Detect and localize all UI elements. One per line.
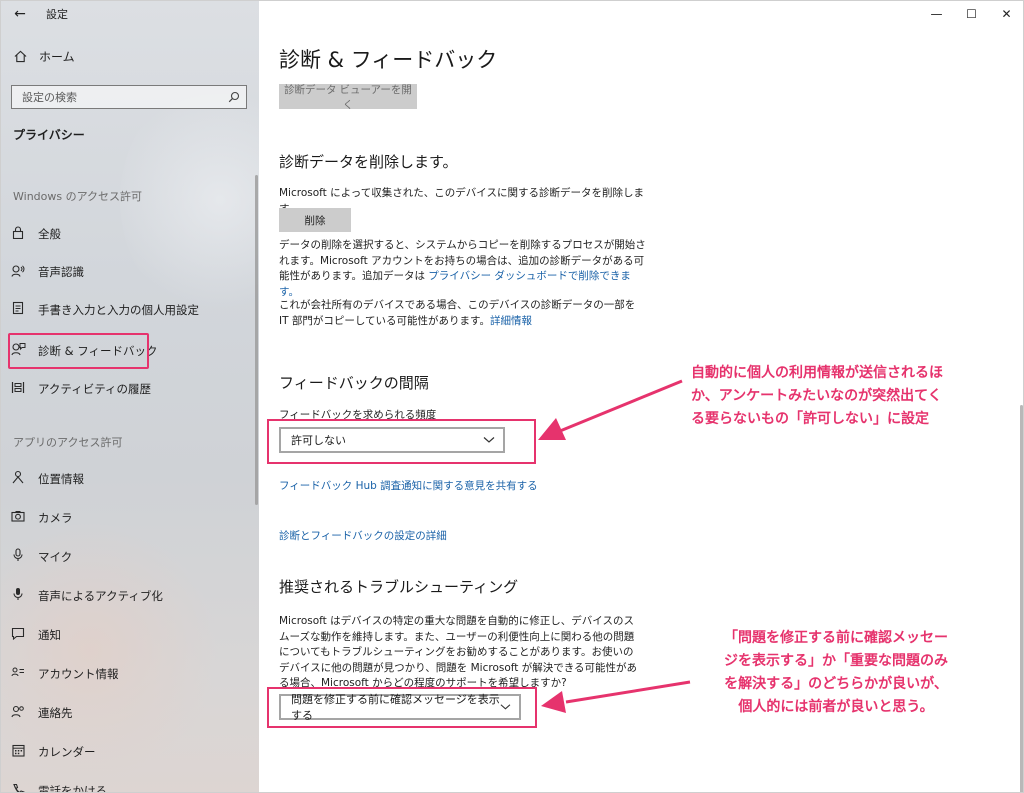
annotation-note-feedback: 自動的に個人の利用情報が送信されるほ か、アンケートみたいなのが突然出てく る要… [691,362,943,431]
sidebar-item-label: 連絡先 [38,706,73,720]
sidebar-scrollbar[interactable] [255,175,258,505]
diagnostics-details-link[interactable]: 診断とフィードバックの設定の詳細 [279,528,447,543]
it-info-paragraph: これが会社所有のデバイスである場合、このデバイスの診断データの一部を IT 部門… [279,298,647,329]
sidebar-item-label: アカウント情報 [38,667,119,681]
camera-icon [0,510,36,526]
back-arrow-icon[interactable]: ← [0,0,40,28]
search-icon [228,91,240,103]
sidebar-item-label: 電話をかける [38,784,107,793]
delete-section-heading: 診断データを削除します。 [279,153,458,171]
sidebar-item-label: ホーム [39,50,75,64]
sidebar-item-account-info[interactable]: アカウント情報 [0,656,259,692]
sidebar-item-label: 位置情報 [38,472,84,486]
sidebar-item-general[interactable]: 全般 [0,216,259,252]
troubleshoot-highlight-box [267,687,537,728]
contacts-icon [0,705,36,722]
annotation-note-troubleshoot: 「問題を修正する前に確認メッセー ジを表示する」か「重要な問題のみ を解決する」… [724,627,948,719]
delete-info-paragraph: データの削除を選択すると、システムからコピーを削除するプロセスが開始されます。M… [279,238,647,300]
sidebar-item-label: アクティビティの履歴 [38,382,152,396]
sidebar-item-label: マイク [38,550,73,564]
app-title: 設定 [46,8,68,21]
note-line: 「問題を修正する前に確認メッセー [724,630,948,646]
sidebar-item-contacts[interactable]: 連絡先 [0,695,259,731]
note-line: を解決する」のどちらかが良いが、 [724,676,948,692]
it-info-text: これが会社所有のデバイスである場合、このデバイスの診断データの一部を IT 部門… [279,299,636,327]
home-icon [14,50,27,63]
sidebar-item-location[interactable]: 位置情報 [0,461,259,497]
pen-document-icon [0,301,36,319]
calendar-icon [0,744,36,761]
mic-fill-icon [0,587,36,605]
search-placeholder: 設定の検索 [22,91,77,104]
microphone-icon [0,548,36,566]
sidebar-item-label: 全般 [38,227,61,241]
main-scrollbar[interactable] [1020,405,1023,793]
sidebar-item-phone-calls[interactable]: 電話をかける [0,773,259,793]
sidebar-item-label: カメラ [38,511,73,525]
sidebar-item-label: カレンダー [38,745,96,759]
timeline-icon [0,381,36,398]
speech-icon [0,264,36,281]
titlebar-left: ← 設定 [0,0,259,28]
section-title: プライバシー [13,128,85,142]
sidebar-item-label: 手書き入力と入力の個人用設定 [38,303,199,317]
account-card-icon [0,666,36,682]
note-line: か、アンケートみたいなのが突然出てく [691,388,942,404]
note-line: ジを表示する」か「重要な問題のみ [724,653,948,669]
group-label-windows: Windows のアクセス許可 [13,190,143,203]
sidebar: ← 設定 ホーム 設定の検索 プライバシー Windows のアクセス許可 全般… [0,0,259,793]
sidebar-item-label: 通知 [38,628,61,642]
sidebar-item-camera[interactable]: カメラ [0,500,259,536]
open-diagnostic-viewer-button[interactable]: 診断データ ビューアーを開く [279,84,417,111]
page-title: 診断 & フィードバック [279,48,498,72]
sidebar-item-home[interactable]: ホーム [14,48,75,65]
troubleshoot-description: Microsoft はデバイスの特定の重大な問題を自動的に修正し、デバイスのスム… [279,615,638,689]
note-line: 個人的には前者が良いと思う。 [738,699,934,715]
feedback-section-heading: フィードバックの間隔 [279,374,429,392]
message-icon [0,627,36,644]
delete-button[interactable]: 削除 [279,208,351,232]
sidebar-item-inking[interactable]: 手書き入力と入力の個人用設定 [0,292,259,328]
lock-icon [0,225,36,243]
search-input[interactable]: 設定の検索 [11,85,247,109]
sidebar-item-notifications[interactable]: 通知 [0,617,259,653]
note-line: 自動的に個人の利用情報が送信されるほ [691,365,943,381]
troubleshoot-section-heading: 推奨されるトラブルシューティング [279,578,519,596]
sidebar-item-label: 音声によるアクティブ化 [38,589,163,603]
note-line: る要らないもの「許可しない」に設定 [691,411,929,427]
group-label-apps: アプリのアクセス許可 [13,436,123,449]
frequency-highlight-box [267,419,536,464]
selected-item-highlight [8,333,149,369]
sidebar-item-microphone[interactable]: マイク [0,539,259,575]
phone-icon [0,783,36,793]
sidebar-item-activity-history[interactable]: アクティビティの履歴 [0,371,259,407]
feedback-hub-link[interactable]: フィードバック Hub 調査通知に関する意見を共有する [279,478,538,493]
sidebar-item-calendar[interactable]: カレンダー [0,734,259,770]
more-info-link[interactable]: 詳細情報 [490,315,532,327]
sidebar-item-voice-activation[interactable]: 音声によるアクティブ化 [0,578,259,614]
sidebar-item-label: 音声認識 [38,265,84,279]
sidebar-item-speech[interactable]: 音声認識 [0,254,259,290]
location-person-icon [0,470,36,488]
